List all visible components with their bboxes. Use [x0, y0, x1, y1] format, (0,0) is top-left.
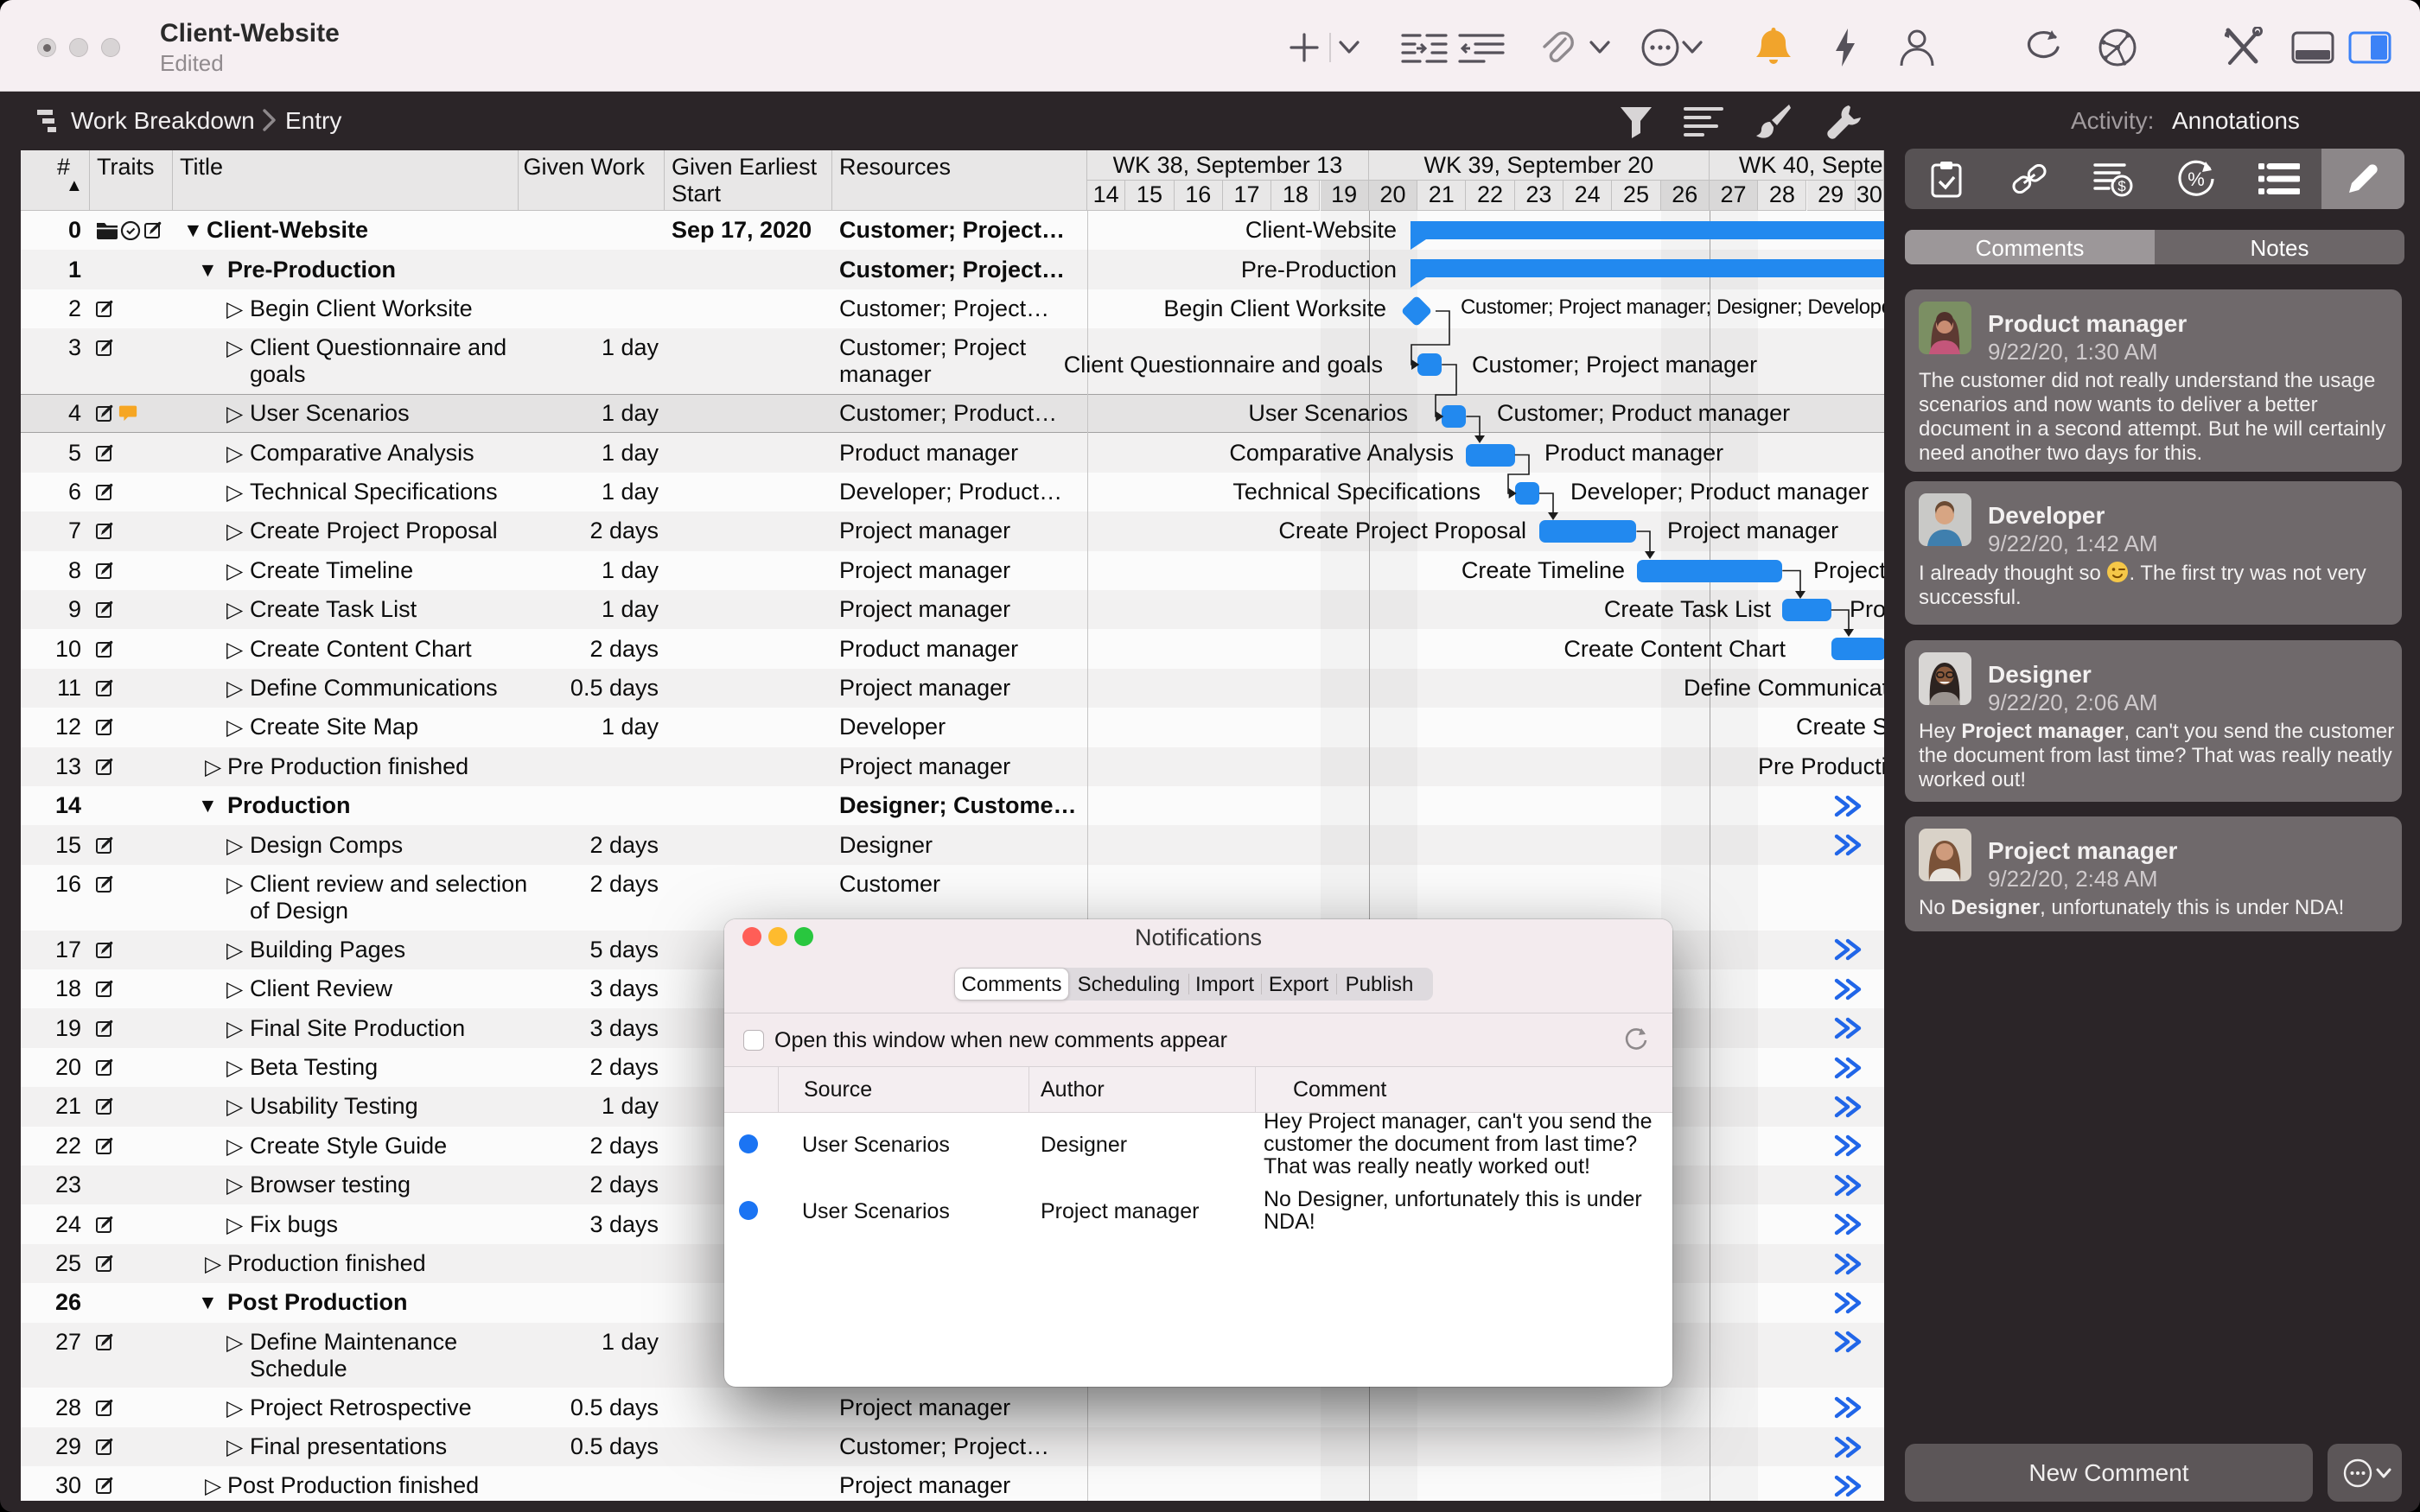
svg-text:$: $: [2118, 178, 2126, 194]
svg-text:%: %: [2188, 168, 2205, 190]
